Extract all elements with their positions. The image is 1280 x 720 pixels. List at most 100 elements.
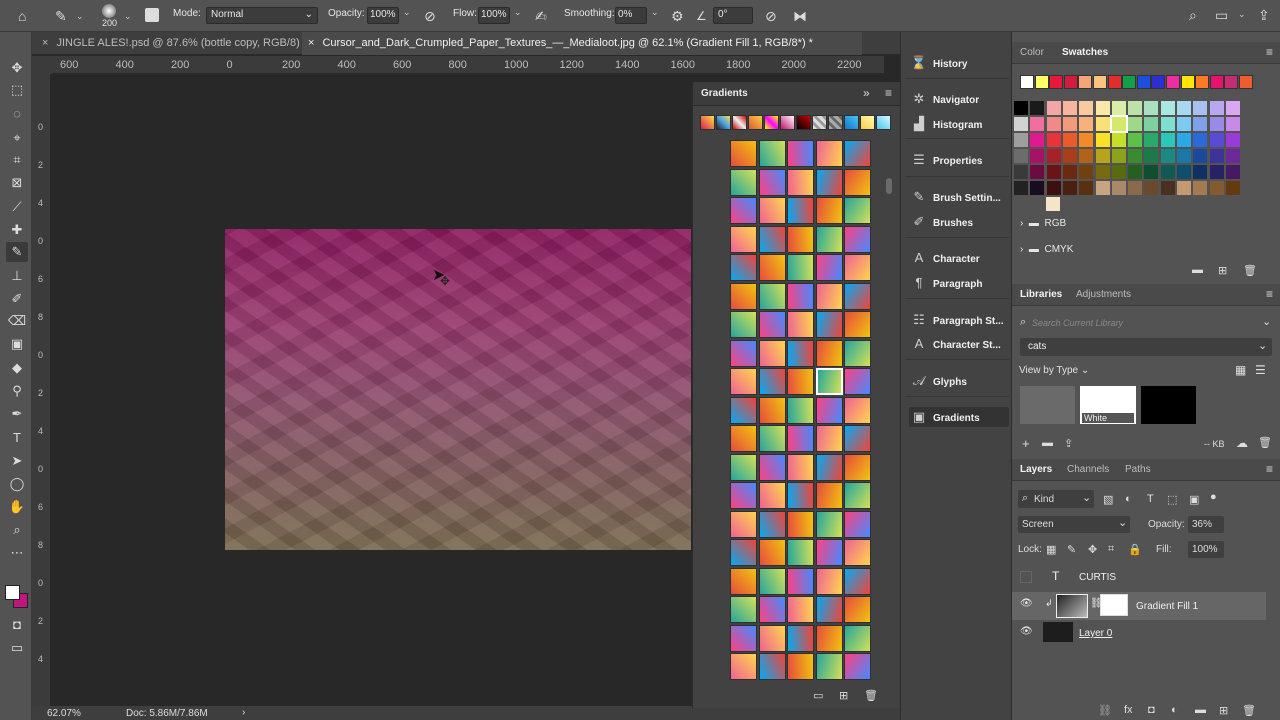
swatch[interactable] bbox=[1177, 149, 1191, 163]
add-icon[interactable]: + bbox=[1022, 436, 1030, 451]
swatch[interactable] bbox=[1030, 165, 1045, 179]
gradient-preset-swatch[interactable] bbox=[876, 115, 891, 130]
pen-tool-icon[interactable]: ✒ bbox=[6, 404, 28, 424]
close-icon[interactable]: × bbox=[42, 37, 48, 49]
gradient-swatch[interactable] bbox=[787, 254, 814, 281]
swatch[interactable] bbox=[1128, 101, 1143, 115]
home-icon[interactable]: ⌂ bbox=[18, 8, 26, 24]
panel-properties[interactable]: ☰ Properties bbox=[909, 150, 1009, 170]
panel-paragraph-styles[interactable]: ☷ Paragraph St... bbox=[909, 310, 1009, 330]
swatch[interactable] bbox=[1014, 133, 1028, 147]
gradient-swatch[interactable] bbox=[815, 282, 843, 310]
swatch[interactable] bbox=[1166, 75, 1180, 89]
tab-crumpled-paper[interactable]: × Cursor_and_Dark_Crumpled_Paper_Textures… bbox=[302, 32, 862, 55]
gradient-swatch[interactable] bbox=[844, 539, 871, 566]
lock-all-icon[interactable]: 🔒 bbox=[1128, 543, 1142, 556]
swatch[interactable] bbox=[1014, 117, 1028, 131]
swatch[interactable] bbox=[1062, 117, 1077, 131]
gradient-swatch[interactable] bbox=[844, 567, 871, 595]
gradient-swatch[interactable] bbox=[844, 482, 871, 509]
gradient-swatch[interactable] bbox=[758, 482, 786, 509]
gradient-swatch[interactable] bbox=[730, 339, 757, 367]
gradient-swatch[interactable] bbox=[844, 368, 871, 395]
swatch[interactable] bbox=[1095, 133, 1110, 147]
screen-mode-icon[interactable]: ▭ bbox=[6, 638, 28, 658]
panel-menu-icon[interactable]: ≡ bbox=[1266, 462, 1273, 476]
search-icon[interactable]: ⌕ bbox=[1189, 7, 1197, 23]
swatch[interactable] bbox=[1239, 75, 1253, 89]
gradient-swatch[interactable] bbox=[758, 140, 786, 167]
gradient-swatch[interactable] bbox=[815, 254, 843, 281]
history-brush-tool-icon[interactable]: ✐ bbox=[6, 289, 28, 309]
gradient-preset-swatch[interactable] bbox=[780, 115, 795, 130]
link-layers-icon[interactable]: ⛓ bbox=[1098, 704, 1112, 717]
swatch[interactable] bbox=[1193, 101, 1208, 115]
swatch[interactable] bbox=[1209, 75, 1224, 89]
swatch[interactable] bbox=[1144, 149, 1159, 163]
view-by-type[interactable]: View by Type ⌄ bbox=[1019, 365, 1089, 376]
swatch[interactable] bbox=[1046, 165, 1061, 179]
swatch[interactable] bbox=[1046, 133, 1061, 147]
gradient-swatch[interactable] bbox=[815, 339, 843, 367]
panel-history[interactable]: ⌛ History bbox=[909, 53, 1009, 73]
gradient-swatch[interactable] bbox=[730, 396, 757, 424]
hand-tool-icon[interactable]: ✋ bbox=[6, 497, 28, 517]
gradient-swatch[interactable] bbox=[758, 254, 786, 281]
gradient-swatch[interactable] bbox=[758, 596, 786, 623]
frame-tool-icon[interactable]: ⊠ bbox=[6, 173, 28, 193]
gradient-swatch[interactable] bbox=[730, 282, 757, 310]
folder-icon[interactable]: ▬ bbox=[1195, 704, 1206, 716]
swatch[interactable] bbox=[1111, 149, 1126, 163]
swatch[interactable] bbox=[1225, 101, 1240, 115]
gradient-swatch[interactable] bbox=[787, 567, 814, 595]
gradient-swatch[interactable] bbox=[787, 396, 814, 424]
gear-icon[interactable]: ⚙ bbox=[671, 8, 684, 24]
gradient-swatch[interactable] bbox=[787, 197, 814, 224]
swatch[interactable] bbox=[1224, 75, 1239, 89]
chevron-down-icon[interactable]: ⌄ bbox=[1238, 9, 1246, 20]
gradient-swatch[interactable] bbox=[758, 624, 786, 652]
swatch[interactable] bbox=[1046, 149, 1061, 163]
swatch[interactable] bbox=[1225, 117, 1240, 131]
quick-select-tool-icon[interactable]: ⌖ bbox=[6, 128, 28, 148]
swatch-group-cmyk[interactable]: › ▬ CMYK bbox=[1020, 244, 1073, 255]
gradient-swatch[interactable] bbox=[787, 225, 814, 253]
swatch[interactable] bbox=[1122, 75, 1137, 89]
swatch[interactable] bbox=[1160, 133, 1175, 147]
gradient-swatch[interactable] bbox=[844, 254, 871, 281]
blur-tool-icon[interactable]: ◆ bbox=[6, 358, 28, 378]
share-icon[interactable]: ⇪ bbox=[1258, 7, 1270, 23]
swatch[interactable] bbox=[1063, 75, 1078, 89]
gradient-swatch[interactable] bbox=[758, 567, 786, 595]
zoom-tool-icon[interactable]: ⌕ bbox=[6, 520, 28, 540]
zoom-level[interactable]: 62.07% bbox=[47, 708, 81, 719]
swatch[interactable] bbox=[1193, 149, 1208, 163]
swatch[interactable] bbox=[1128, 181, 1143, 195]
swatch[interactable] bbox=[1107, 75, 1122, 89]
gradient-swatch[interactable] bbox=[815, 624, 843, 652]
chevron-down-icon[interactable]: ⌄ bbox=[76, 11, 84, 22]
gradient-preset-swatch[interactable] bbox=[828, 115, 843, 130]
gradient-swatch[interactable] bbox=[815, 596, 843, 623]
gradient-swatch[interactable] bbox=[787, 140, 814, 167]
angle-input[interactable]: 0° bbox=[713, 7, 753, 24]
gradient-swatch[interactable] bbox=[844, 282, 871, 310]
move-tool-icon[interactable]: ✥ bbox=[6, 58, 28, 78]
gradient-swatch[interactable] bbox=[758, 339, 786, 367]
panel-menu-icon[interactable]: ≡ bbox=[1266, 45, 1273, 59]
panel-paragraph[interactable]: ¶ Paragraph bbox=[909, 273, 1009, 293]
swatch[interactable] bbox=[1062, 133, 1077, 147]
swatch[interactable] bbox=[1144, 165, 1159, 179]
swatch[interactable] bbox=[1209, 165, 1224, 179]
gradient-swatch[interactable] bbox=[758, 453, 786, 481]
layer-row-gradient-fill[interactable]: 👁 ↲ ⛓ Gradient Fill 1 bbox=[1012, 592, 1266, 620]
gradient-swatch[interactable] bbox=[730, 254, 757, 281]
pressure-opacity-icon[interactable]: ⊘ bbox=[424, 8, 436, 24]
gradient-swatch[interactable] bbox=[815, 425, 843, 452]
swatch-group-rgb[interactable]: › ▬ RGB bbox=[1020, 218, 1066, 229]
swatch[interactable] bbox=[1209, 133, 1224, 147]
gradient-swatch[interactable] bbox=[815, 396, 843, 424]
more-tools-icon[interactable]: ⋯ bbox=[6, 543, 28, 563]
gradient-tool-icon[interactable]: ▣ bbox=[6, 334, 28, 354]
gradient-swatch[interactable] bbox=[758, 282, 786, 310]
